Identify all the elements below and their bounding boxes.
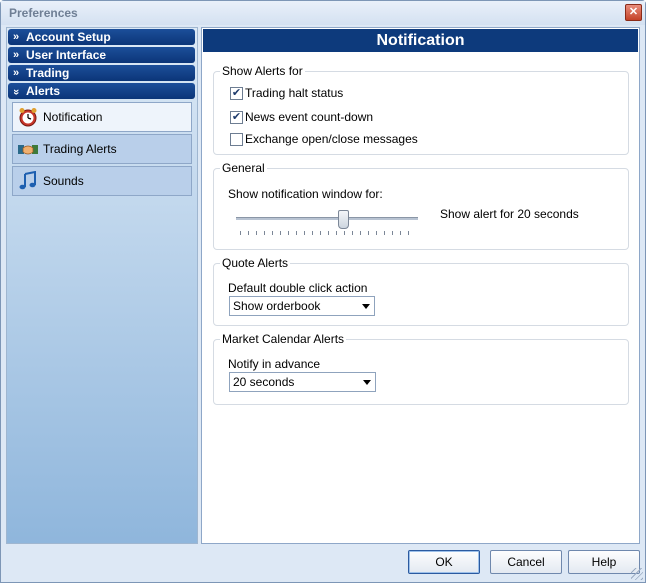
slider-value-text: Show alert for 20 seconds (440, 207, 579, 221)
checkbox-label: Exchange open/close messages (245, 132, 418, 146)
alarm-clock-icon (19, 108, 37, 127)
select-value: 20 seconds (233, 375, 295, 389)
group-label: Show Alerts for (220, 64, 305, 78)
slider-ticks (240, 231, 414, 235)
preferences-window: Preferences ✕ » Account Setup » User Int… (0, 0, 646, 583)
title-bar[interactable]: Preferences ✕ (1, 1, 645, 25)
cancel-button[interactable]: Cancel (490, 550, 562, 574)
sidebar-item-sounds[interactable]: Sounds (12, 166, 192, 196)
notify-advance-select[interactable]: 20 seconds (229, 372, 376, 392)
double-chevron-right-icon: » (13, 49, 20, 61)
quote-alerts-group: Quote Alerts Default double click action… (213, 256, 629, 326)
double-chevron-right-icon: » (13, 67, 20, 79)
duration-slider-track[interactable] (236, 217, 418, 220)
settings-panel: Notification Show Alerts for ✔ Trading h… (201, 27, 640, 544)
dropdown-arrow-icon (362, 304, 370, 309)
sidebar-category-trading[interactable]: » Trading (8, 65, 195, 81)
window-title: Preferences (9, 6, 78, 20)
group-label: Market Calendar Alerts (220, 332, 347, 346)
general-group: General Show notification window for: Sh… (213, 161, 629, 250)
checkbox-label: News event count-down (245, 110, 374, 124)
dropdown-arrow-icon (363, 380, 371, 385)
sidebar-category-label: User Interface (26, 48, 107, 62)
music-note-icon (19, 171, 36, 190)
resize-grip-icon[interactable] (631, 568, 643, 580)
duration-slider-thumb[interactable] (337, 210, 349, 229)
news-countdown-checkbox[interactable]: ✔ (230, 111, 243, 124)
slider-label: Show notification window for: (228, 187, 383, 201)
field-label: Notify in advance (228, 357, 321, 371)
market-calendar-group: Market Calendar Alerts Notify in advance… (213, 332, 629, 405)
checkbox-label: Trading halt status (245, 86, 344, 100)
exchange-messages-checkbox[interactable] (230, 133, 243, 146)
ok-button[interactable]: OK (408, 550, 480, 574)
show-alerts-group: Show Alerts for ✔ Trading halt status ✔ … (213, 64, 629, 155)
sidebar-category-user-interface[interactable]: » User Interface (8, 47, 195, 63)
handshake-icon (18, 145, 38, 155)
field-label: Default double click action (228, 281, 368, 295)
sidebar: » Account Setup » User Interface » Tradi… (6, 27, 198, 544)
trading-halt-checkbox[interactable]: ✔ (230, 87, 243, 100)
help-button[interactable]: Help (568, 550, 640, 574)
sidebar-category-label: Alerts (26, 84, 61, 98)
double-chevron-down-icon: » (10, 88, 23, 96)
sidebar-item-trading-alerts[interactable]: Trading Alerts (12, 134, 192, 164)
group-label: Quote Alerts (220, 256, 291, 270)
sidebar-category-account-setup[interactable]: » Account Setup (8, 29, 195, 45)
double-click-action-select[interactable]: Show orderbook (229, 296, 375, 316)
sidebar-item-label: Sounds (43, 174, 84, 188)
sidebar-item-label: Notification (43, 110, 103, 124)
group-label: General (220, 161, 267, 175)
sidebar-category-label: Trading (26, 66, 70, 80)
sidebar-category-alerts[interactable]: » Alerts (8, 83, 195, 99)
sidebar-item-notification[interactable]: Notification (12, 102, 192, 132)
close-icon[interactable]: ✕ (625, 4, 642, 21)
sidebar-category-label: Account Setup (26, 30, 111, 44)
sidebar-item-label: Trading Alerts (43, 142, 117, 156)
double-chevron-right-icon: » (13, 31, 20, 43)
select-value: Show orderbook (233, 299, 321, 313)
panel-header: Notification (203, 29, 638, 52)
